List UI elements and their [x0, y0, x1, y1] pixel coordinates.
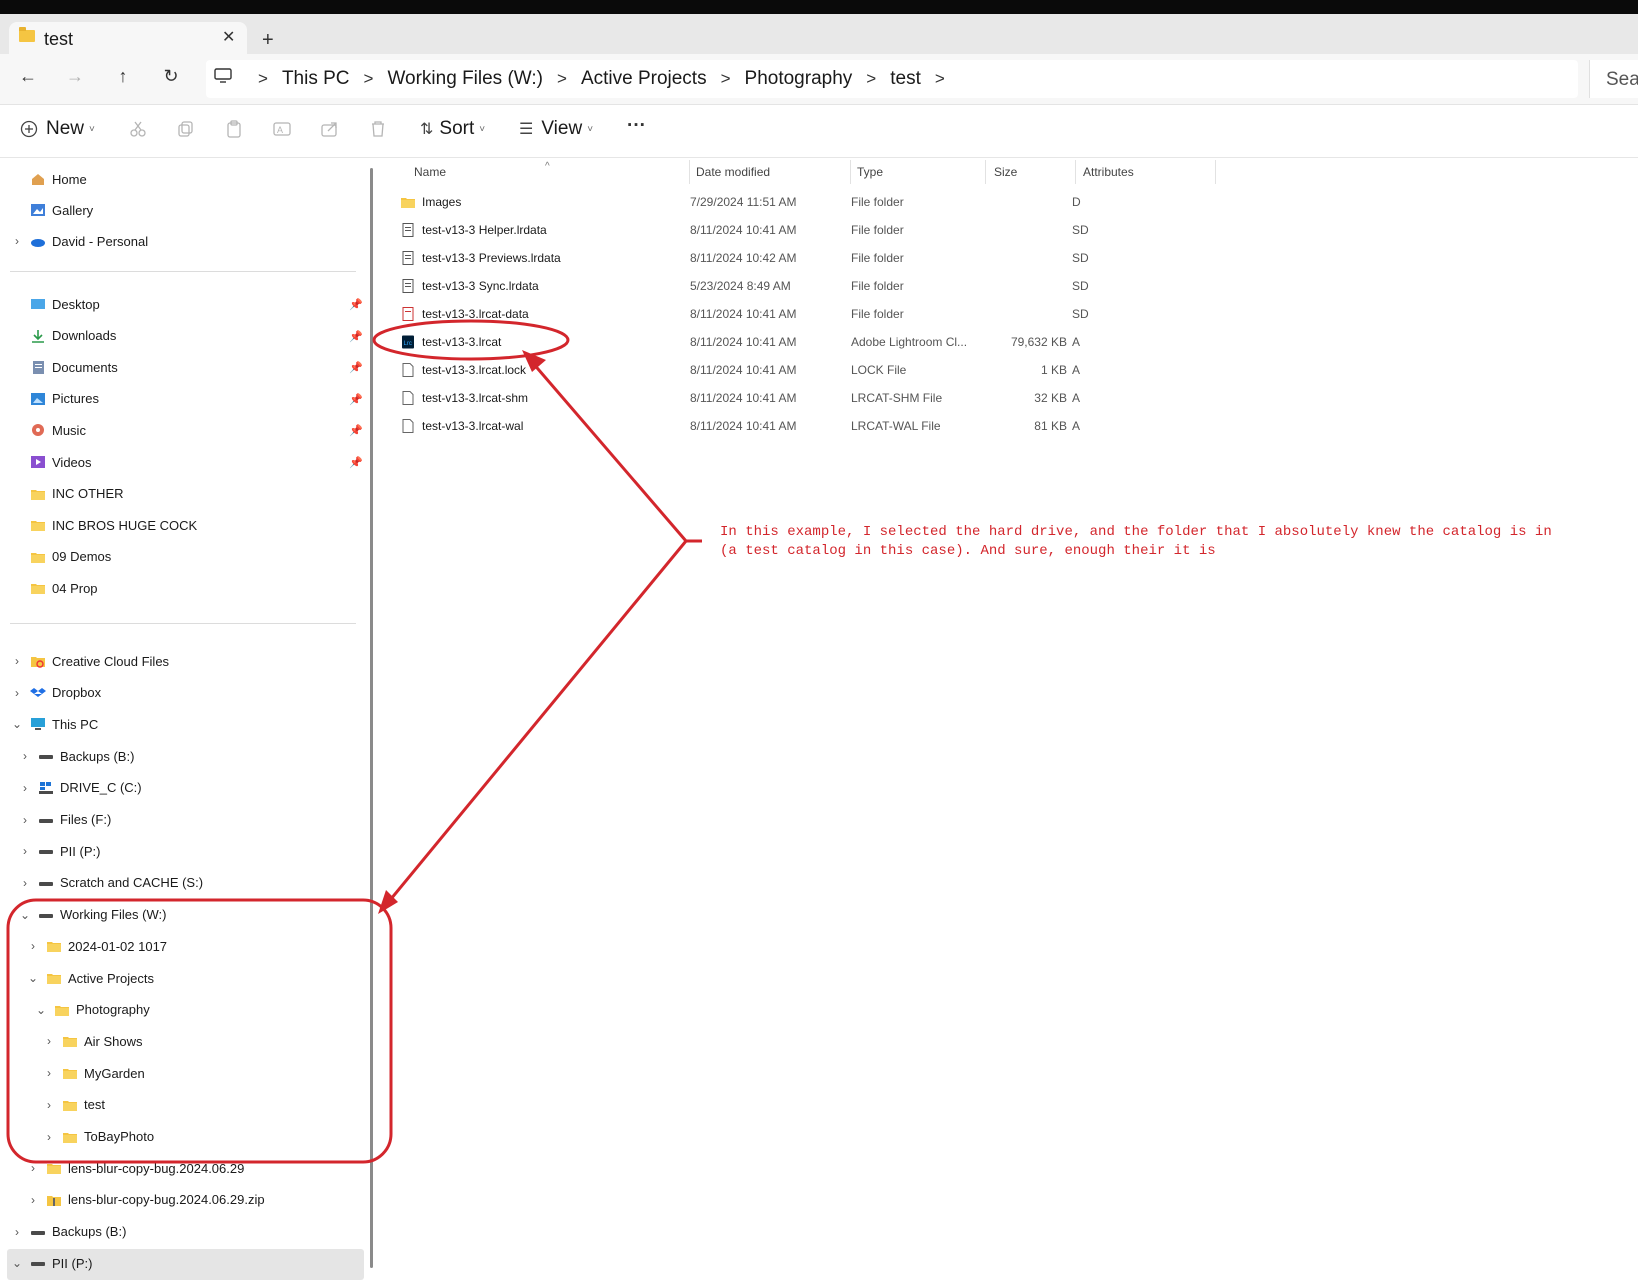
annotation-overlay: [6, 319, 702, 1164]
annotation-line-2: (a test catalog in this case). And sure,…: [720, 543, 1216, 559]
arrow-to-tree: [384, 540, 688, 906]
arrow-to-catalog: [530, 361, 688, 542]
annotation-text: In this example, I selected the hard dri…: [720, 523, 1552, 561]
highlight-ellipse: [372, 319, 570, 361]
annotation-line-1: In this example, I selected the hard dri…: [720, 524, 1552, 540]
highlight-box: [6, 898, 393, 1164]
